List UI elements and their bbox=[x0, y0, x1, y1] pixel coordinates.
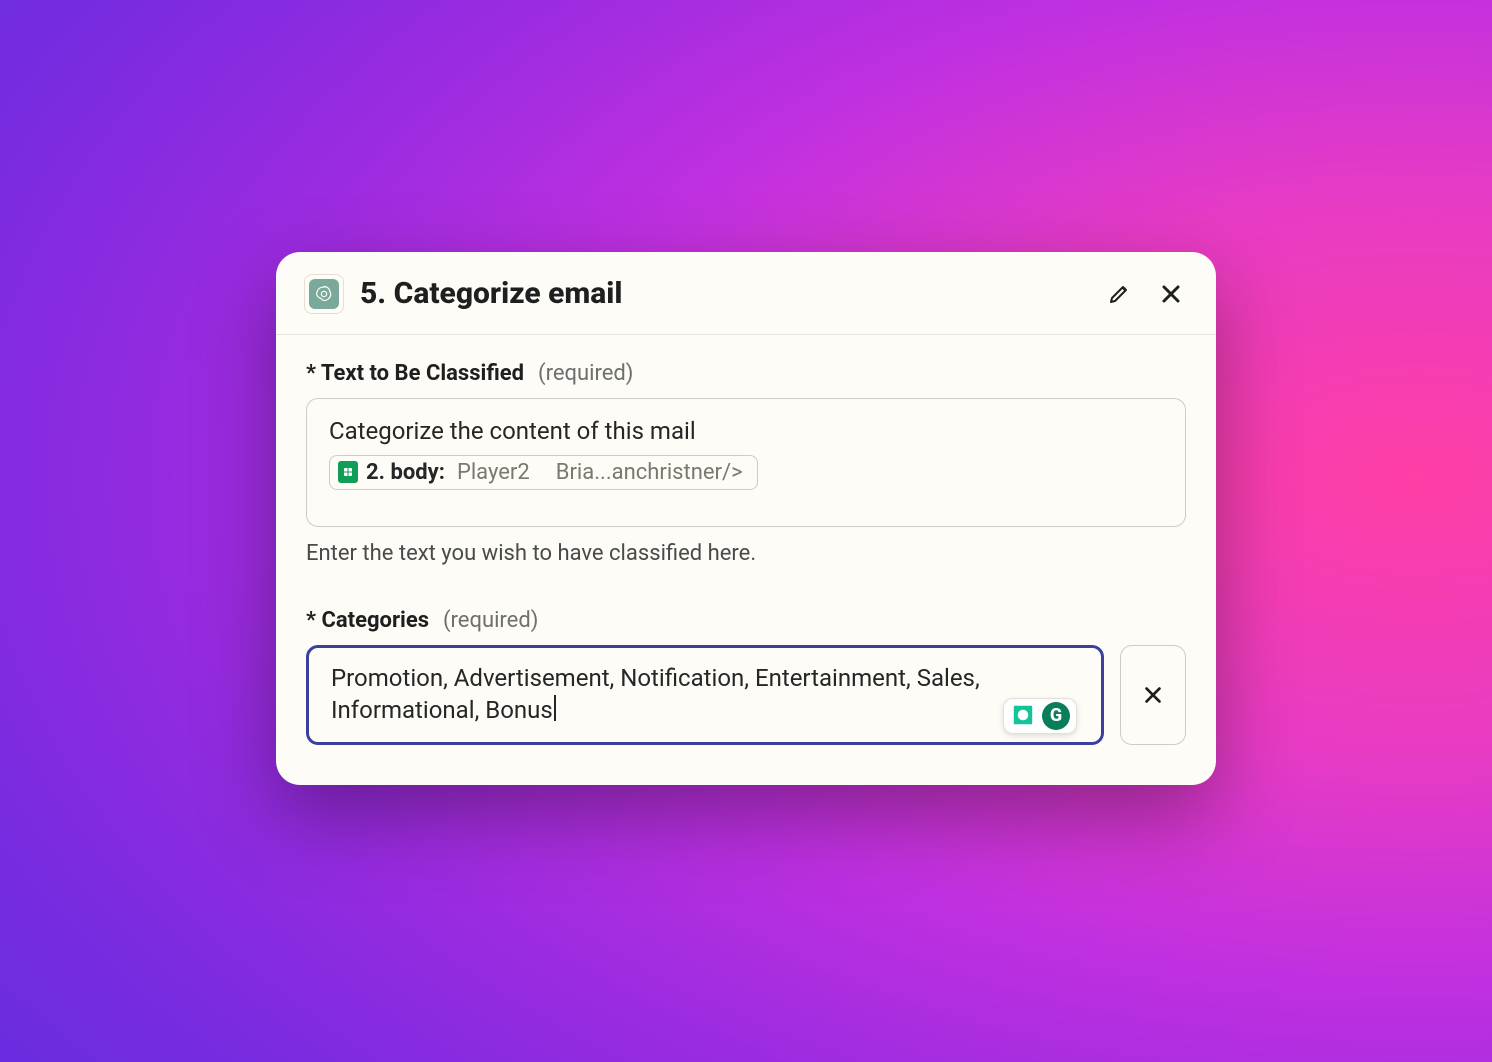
pencil-icon bbox=[1107, 282, 1131, 306]
card-body: * Text to Be Classified (required) Categ… bbox=[276, 335, 1216, 785]
edit-button[interactable] bbox=[1104, 279, 1134, 309]
categories-input-wrap[interactable]: Promotion, Advertisement, Notification, … bbox=[306, 645, 1104, 745]
text-field-label-row: * Text to Be Classified (required) bbox=[306, 361, 1186, 386]
text-cursor bbox=[554, 695, 556, 721]
grammarly-logo-icon: G bbox=[1042, 702, 1070, 730]
text-field-required: (required) bbox=[538, 361, 633, 386]
categories-required: (required) bbox=[443, 608, 538, 633]
text-field-label: * Text to Be Classified bbox=[306, 361, 524, 386]
categories-label: * Categories bbox=[306, 608, 429, 633]
prompt-text-line: Categorize the content of this mail bbox=[329, 417, 1163, 445]
pill-value-2: Bria...anchristner/> bbox=[556, 460, 743, 485]
close-icon bbox=[1142, 684, 1164, 706]
categories-label-row: * Categories (required) bbox=[306, 608, 1186, 633]
mapped-field-pill[interactable]: 2. body: Player2 Bria...anchristner/> bbox=[329, 455, 758, 490]
pill-value-1: Player2 bbox=[457, 460, 530, 485]
grammarly-widget[interactable]: G bbox=[1003, 698, 1077, 734]
grammarly-tone-icon bbox=[1005, 696, 1042, 733]
step-card: 5. Categorize email * Text to Be Classif… bbox=[276, 252, 1216, 785]
card-header: 5. Categorize email bbox=[276, 252, 1216, 335]
openai-app-icon bbox=[304, 274, 344, 314]
text-to-classify-input[interactable]: Categorize the content of this mail 2. b… bbox=[306, 398, 1186, 527]
openai-logo-icon bbox=[314, 284, 334, 304]
categories-input[interactable]: Promotion, Advertisement, Notification, … bbox=[331, 662, 1001, 727]
clear-categories-button[interactable] bbox=[1120, 645, 1186, 745]
pill-key: 2. body: bbox=[366, 460, 445, 485]
header-actions bbox=[1104, 279, 1186, 309]
google-sheets-icon bbox=[338, 461, 358, 483]
card-title: 5. Categorize email bbox=[360, 276, 1088, 311]
close-button[interactable] bbox=[1156, 279, 1186, 309]
categories-row: Promotion, Advertisement, Notification, … bbox=[306, 645, 1186, 745]
close-icon bbox=[1159, 282, 1183, 306]
text-field-helper: Enter the text you wish to have classifi… bbox=[306, 541, 1186, 566]
